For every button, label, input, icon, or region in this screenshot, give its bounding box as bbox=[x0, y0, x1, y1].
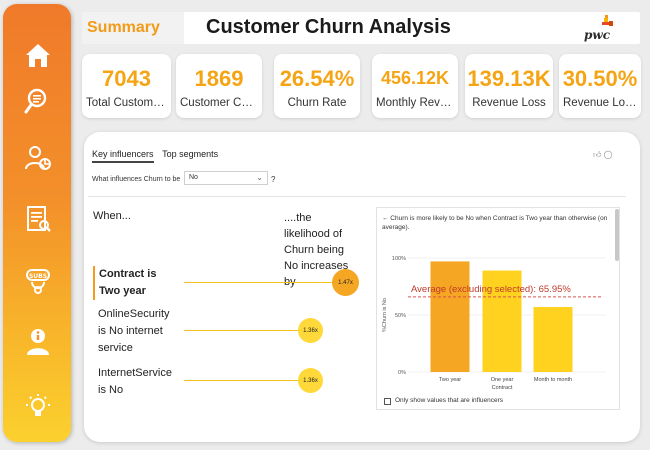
x-tick-label: Month to month bbox=[534, 377, 572, 383]
influencers-only-checkbox[interactable] bbox=[384, 398, 391, 405]
x-tick-label: One year bbox=[491, 377, 514, 383]
bar bbox=[430, 261, 470, 372]
bar bbox=[533, 307, 573, 372]
page: SUBS Summary Customer Churn Analysis pwc… bbox=[0, 0, 650, 450]
y-tick-label: 0% bbox=[398, 370, 406, 376]
detail-bar-chart: 0% 50% 100% %Churn is No Two year One year Mon… bbox=[382, 256, 606, 391]
x-tick-label: Two year bbox=[439, 377, 461, 383]
y-tick-label: 50% bbox=[395, 313, 406, 319]
y-tick-label: 100% bbox=[392, 256, 406, 262]
y-axis-label: %Churn is No bbox=[382, 298, 388, 332]
x-axis-label: Contract bbox=[492, 385, 513, 391]
average-label: Average (excluding selected): 65.95% bbox=[411, 284, 571, 295]
checkbox-label: Only show values that are influencers bbox=[395, 397, 504, 404]
